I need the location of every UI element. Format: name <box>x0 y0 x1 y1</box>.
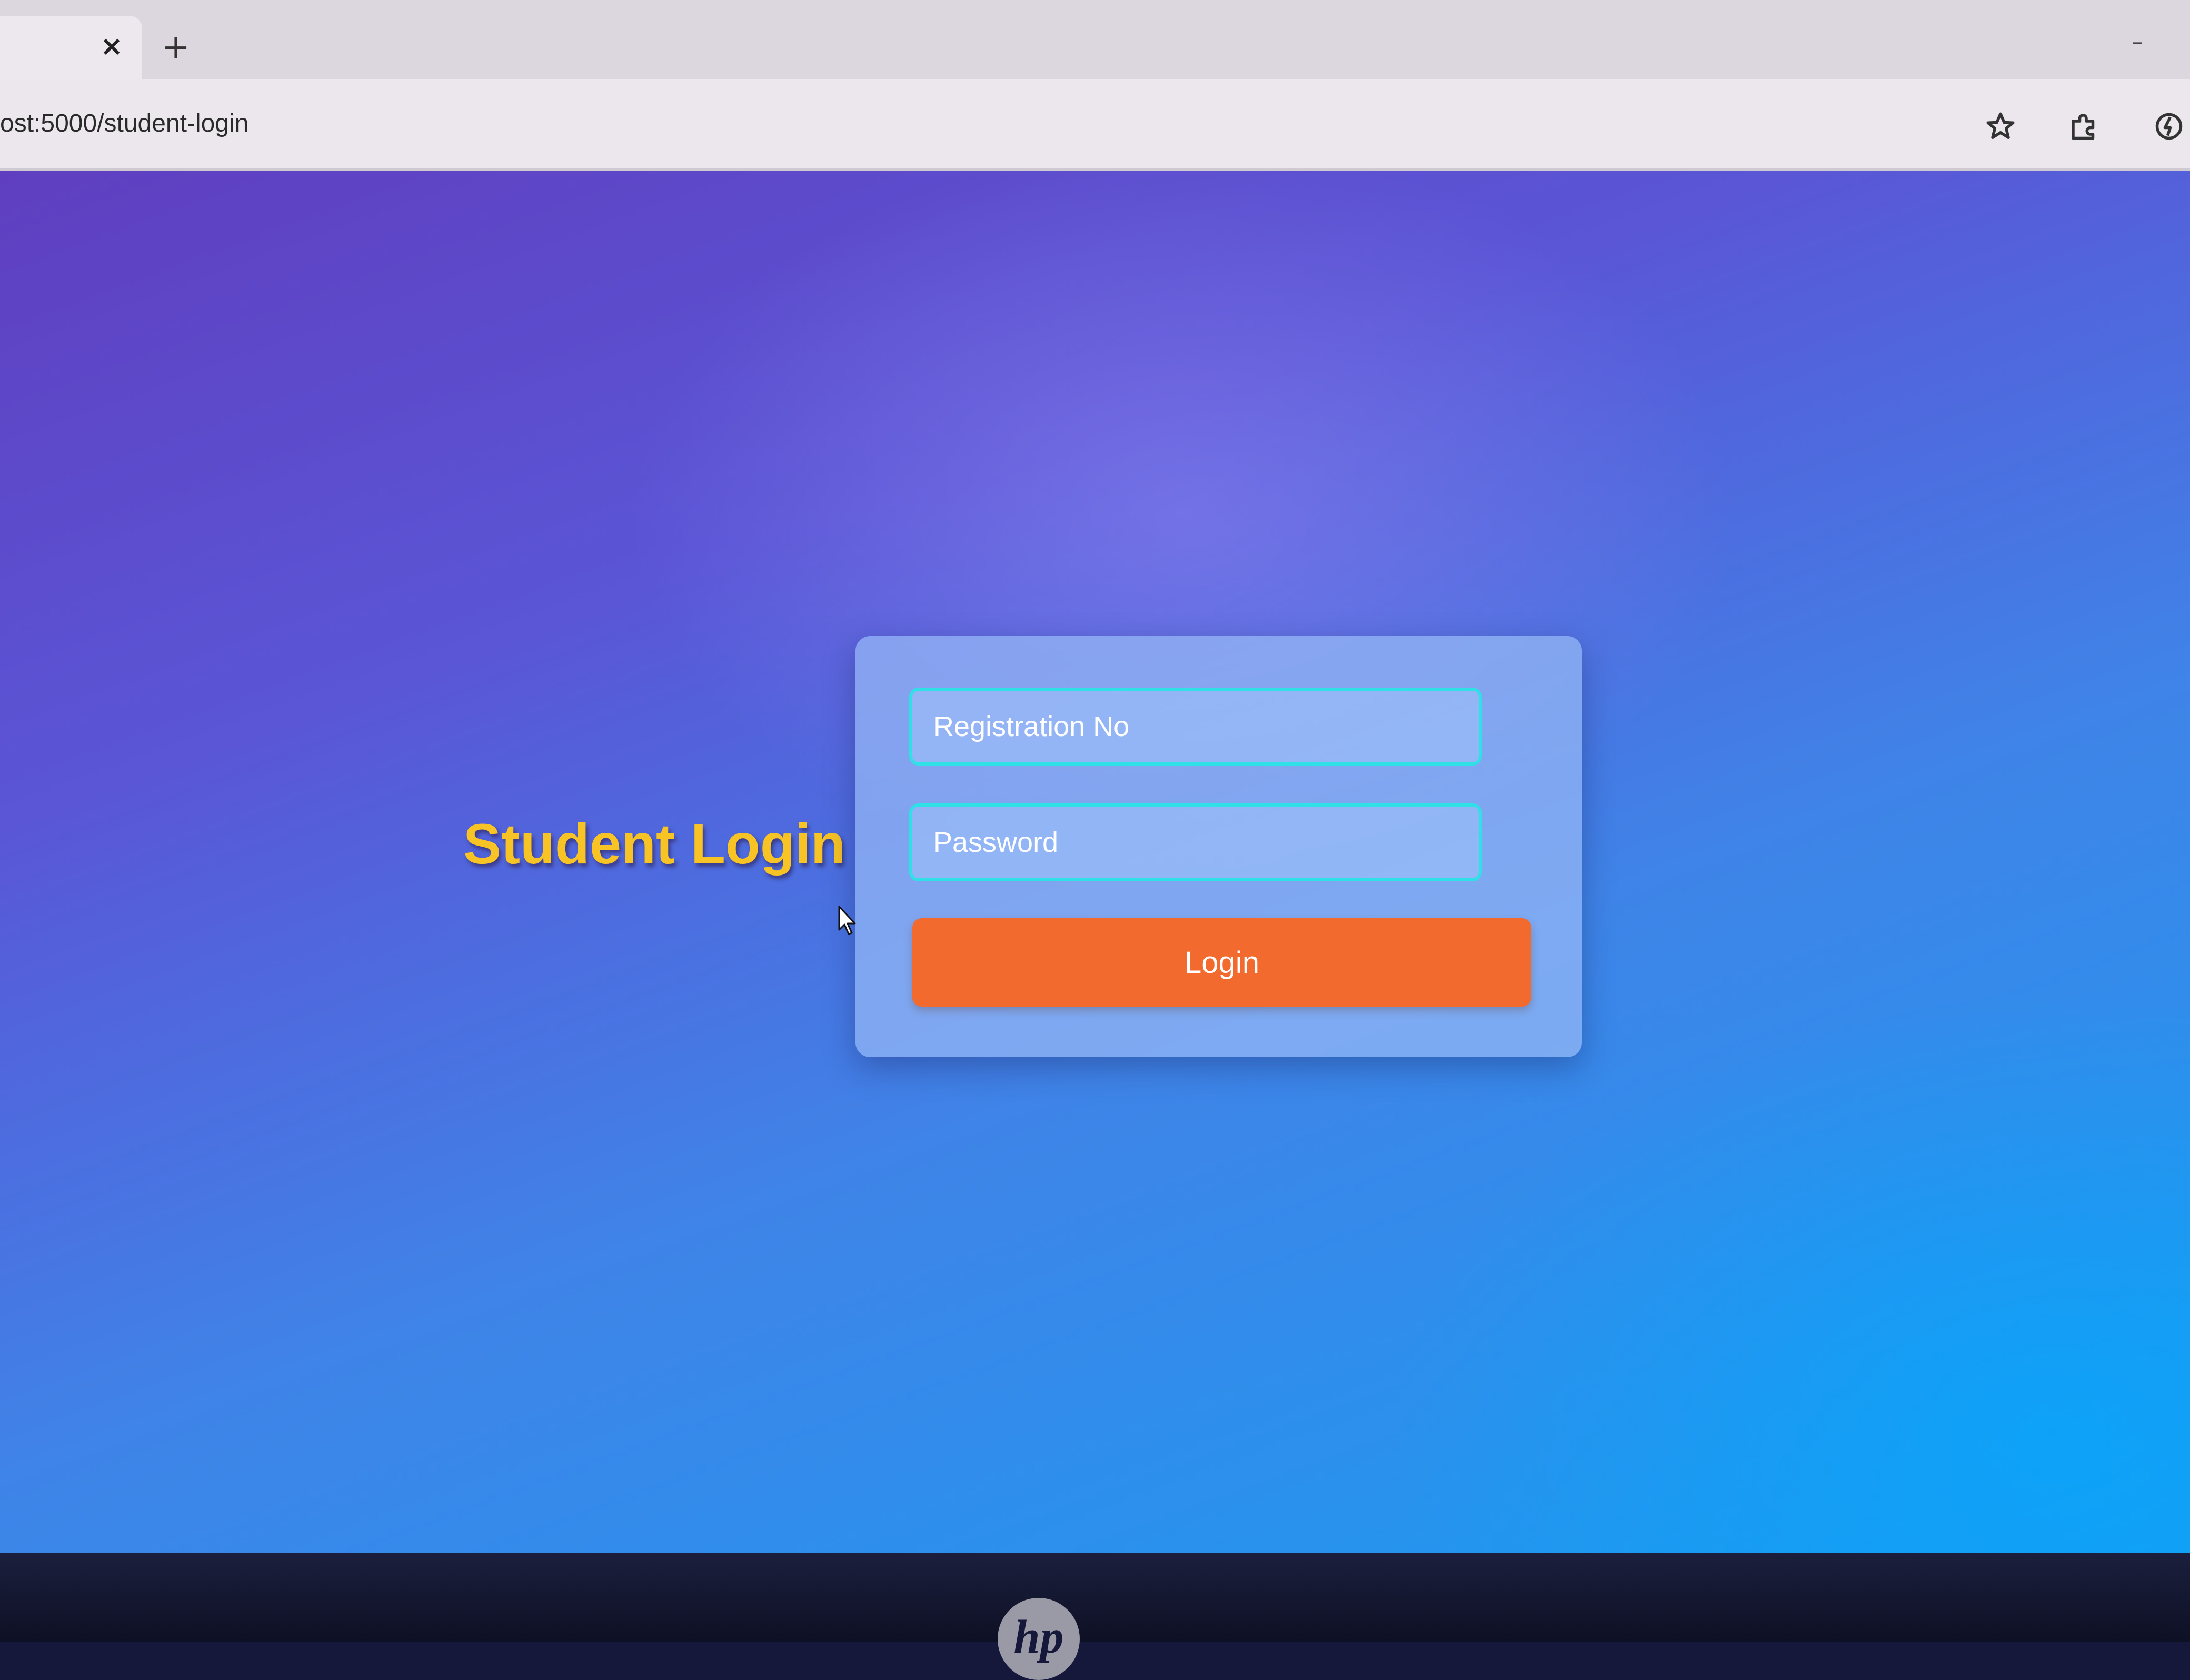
screen: × + – ost:5000/student-login Student Log… <box>0 0 2190 1553</box>
minimize-window-button[interactable]: – <box>2116 31 2158 54</box>
sync-icon[interactable] <box>2148 111 2190 153</box>
star-icon[interactable] <box>1979 111 2022 153</box>
password-input[interactable] <box>909 803 1482 881</box>
new-tab-button[interactable]: + <box>159 31 193 64</box>
registration-input[interactable] <box>909 688 1482 766</box>
page-title: Student Login <box>463 812 845 876</box>
puzzle-icon[interactable] <box>2063 111 2105 153</box>
tab-strip: × + – <box>0 0 2190 79</box>
login-button[interactable]: Login <box>912 918 1531 1007</box>
address-bar[interactable]: ost:5000/student-login <box>0 95 1948 153</box>
sync-icon-shape <box>2155 113 2183 140</box>
login-card: Login <box>855 636 1582 1057</box>
browser-toolbar: ost:5000/student-login <box>0 79 2190 171</box>
puzzle-icon-shape <box>2072 114 2095 140</box>
tab-close-icon[interactable]: × <box>96 31 127 62</box>
login-page: Student Login Login <box>0 171 2190 1553</box>
star-icon-shape <box>1986 112 2015 139</box>
mouse-cursor-icon <box>838 906 856 935</box>
hp-logo: hp <box>998 1598 1080 1680</box>
monitor-bezel <box>0 1553 2190 1642</box>
